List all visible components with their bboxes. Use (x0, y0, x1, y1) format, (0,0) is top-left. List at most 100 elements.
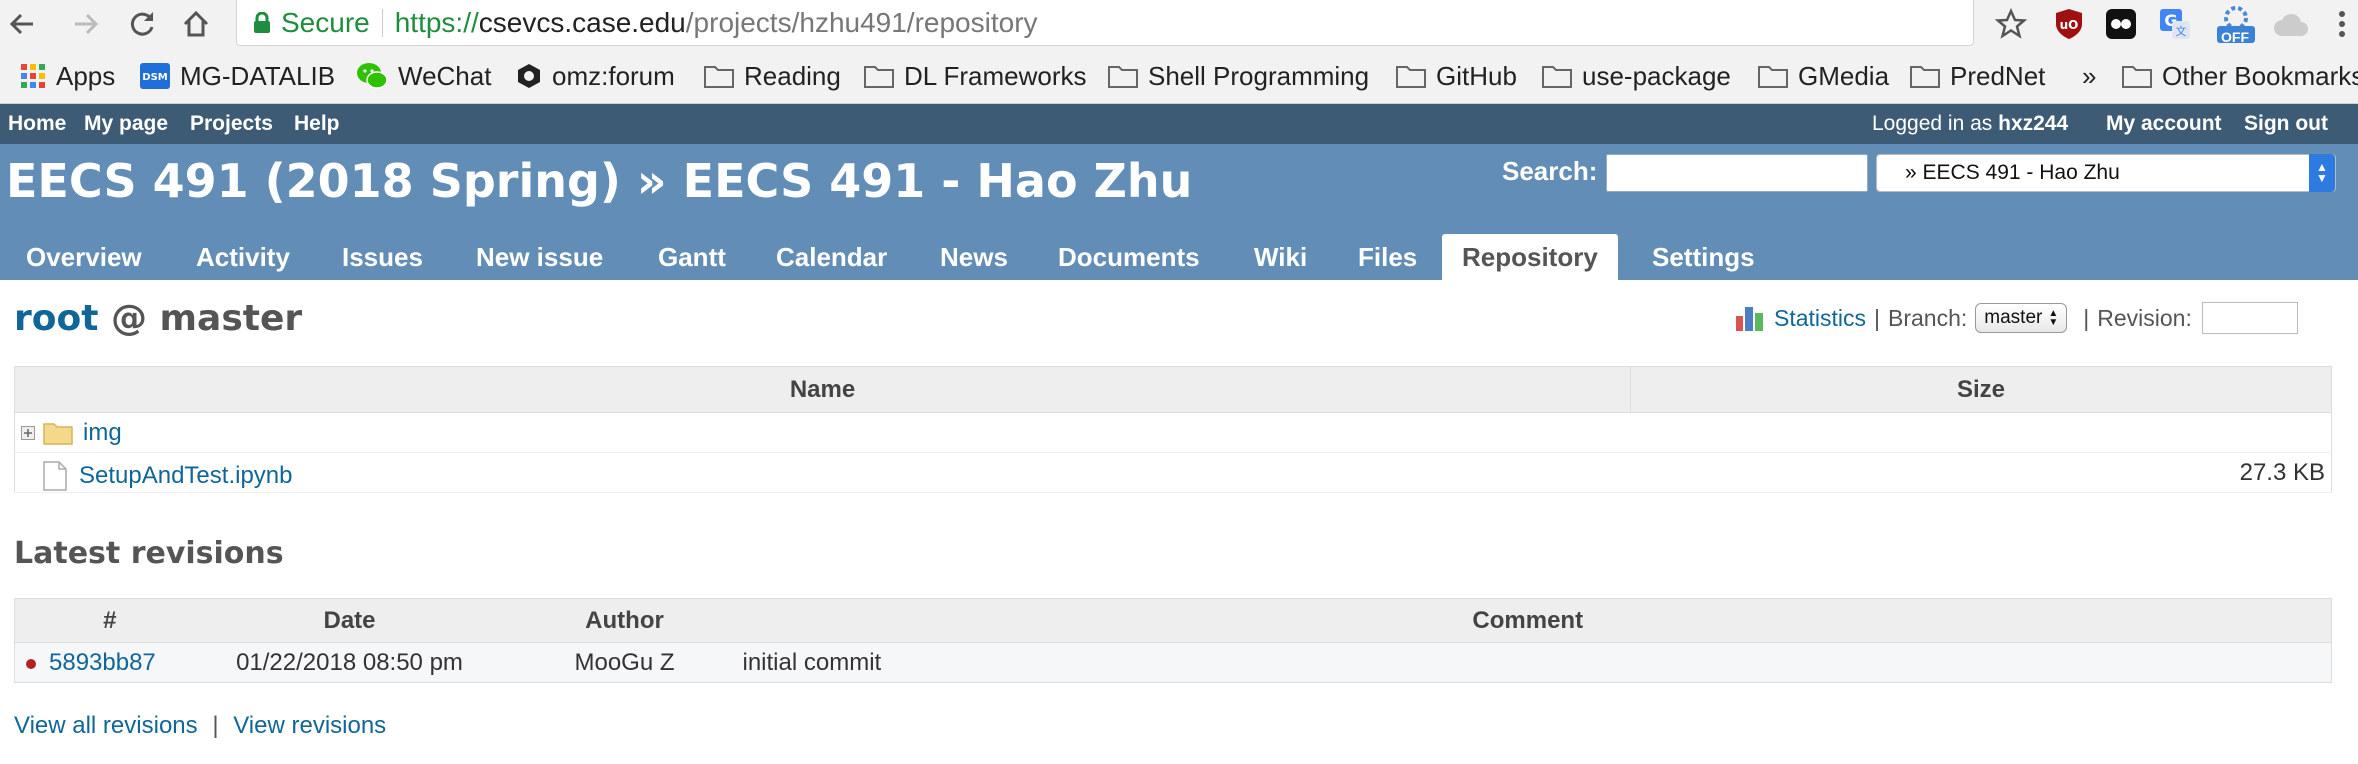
tab-new-issue[interactable]: New issue (456, 234, 623, 280)
bookmark-omz-forum[interactable]: omz:forum (516, 59, 675, 93)
sign-out-link[interactable]: Sign out (2244, 112, 2328, 136)
svg-text:DSM: DSM (142, 72, 168, 83)
offline-extension[interactable]: OFF (2214, 5, 2258, 45)
branch-select-value: master (1984, 307, 2043, 328)
tab-overview[interactable]: Overview (6, 234, 162, 280)
revisions-table: # Date Author Comment 5893bb87 01/22/201… (14, 598, 2332, 683)
reload-button[interactable] (122, 4, 162, 44)
column-header-comment: Comment (724, 598, 2332, 643)
tab-documents[interactable]: Documents (1038, 234, 1220, 280)
star-icon (1995, 8, 2027, 39)
search-label: Search: (1502, 156, 1598, 186)
bookmark-label: use-package (1582, 60, 1731, 91)
bookmark-star-button[interactable] (1992, 5, 2030, 43)
folder-icon (864, 64, 894, 88)
tab-files[interactable]: Files (1338, 234, 1437, 280)
entry-name-cell: img (14, 412, 1631, 453)
url-host: csevcs.case.edu (478, 6, 686, 38)
table-header-row: Name Size (14, 366, 2332, 413)
view-revisions-link[interactable]: View revisions (233, 712, 386, 739)
bookmark-label: Other Bookmarks (2162, 60, 2358, 91)
forward-button[interactable] (66, 4, 106, 44)
bookmark-folder-dl-frameworks[interactable]: DL Frameworks (864, 59, 1087, 93)
revision-link[interactable]: 5893bb87 (49, 649, 156, 676)
translate-extension[interactable]: G文 (2156, 5, 2194, 43)
folder-icon (1910, 64, 1940, 88)
project-title: EECS 491 (2018 Spring) » EECS 491 - Hao … (6, 154, 1193, 208)
hexagon-icon (516, 62, 542, 90)
revision-dot-icon (26, 658, 36, 669)
select-arrows-icon: ▲ ▼ (2048, 308, 2059, 328)
tab-gantt[interactable]: Gantt (638, 234, 746, 280)
my-account-link[interactable]: My account (2106, 112, 2222, 136)
bookmark-folder-github[interactable]: GitHub (1396, 59, 1517, 93)
bookmark-label: MG-DATALIB (180, 60, 336, 91)
view-all-revisions-link[interactable]: View all revisions (14, 712, 198, 739)
column-header-number: # (14, 598, 175, 643)
revision-input[interactable] (2201, 302, 2298, 334)
entry-link-setupandtest[interactable]: SetupAndTest.ipynb (79, 462, 292, 490)
ghostery-extension[interactable] (2102, 5, 2140, 43)
tab-repository[interactable]: Repository (1442, 234, 1618, 280)
root-link[interactable]: root (14, 298, 98, 339)
entry-size-cell (1630, 412, 2332, 453)
tab-settings[interactable]: Settings (1632, 234, 1775, 280)
bookmark-label: PredNet (1950, 60, 2046, 91)
column-header-size[interactable]: Size (1630, 366, 2332, 413)
address-bar[interactable]: Secure https://csevcs.case.edu/projects/… (236, 0, 1974, 46)
revision-date-cell: 01/22/2018 08:50 pm (174, 642, 525, 683)
repository-entries-table: Name Size img SetupAndTest.ipynb 27.3 KB (14, 366, 2332, 493)
kebab-menu-icon (2339, 11, 2345, 37)
bookmark-wechat[interactable]: WeChat (356, 59, 491, 93)
cloud-extension[interactable] (2272, 5, 2310, 43)
bookmark-mg-datalib[interactable]: DSM MG-DATALIB (140, 59, 335, 93)
tab-issues[interactable]: Issues (322, 234, 443, 280)
ghost-icon (2106, 9, 2136, 39)
project-jump-select[interactable]: » EECS 491 - Hao Zhu ▲ ▼ (1876, 154, 2336, 192)
url-path: /projects/hzhu491/repository (685, 6, 1038, 38)
browser-toolbar: Secure https://csevcs.case.edu/projects/… (0, 0, 2358, 48)
top-menu-help-link[interactable]: Help (294, 112, 340, 136)
tab-calendar[interactable]: Calendar (756, 234, 907, 280)
statistics-link[interactable]: Statistics (1774, 305, 1866, 332)
tab-news[interactable]: News (920, 234, 1028, 280)
top-menu-home-link[interactable]: Home (8, 112, 66, 136)
logged-in-username[interactable]: hxz244 (1998, 112, 2068, 135)
bookmark-label: Apps (56, 60, 116, 91)
bookmarks-overflow-chevron[interactable]: » (2082, 59, 2096, 93)
bookmark-folder-use-package[interactable]: use-package (1542, 59, 1731, 93)
bookmark-folder-gmedia[interactable]: GMedia (1758, 59, 1889, 93)
branch-select[interactable]: master ▲ ▼ (1975, 303, 2068, 333)
top-menu-my-page-link[interactable]: My page (84, 112, 168, 136)
top-menu-projects-link[interactable]: Projects (190, 112, 273, 136)
logged-in-prefix: Logged in as (1872, 112, 1993, 135)
repository-breadcrumb: root @ master (14, 298, 302, 339)
search-input[interactable] (1606, 154, 1868, 192)
footer-separator: | (212, 712, 219, 739)
chrome-menu-button[interactable] (2328, 5, 2356, 43)
bookmark-folder-reading[interactable]: Reading (704, 59, 841, 93)
tab-wiki[interactable]: Wiki (1234, 234, 1327, 280)
back-button[interactable] (2, 4, 42, 44)
ublock-extension[interactable]: uO (2050, 5, 2088, 43)
tab-activity[interactable]: Activity (176, 234, 310, 280)
branch-indicator: @ master (110, 298, 303, 339)
bookmark-apps[interactable]: Apps (20, 59, 115, 93)
column-header-name[interactable]: Name (14, 366, 1631, 413)
home-button[interactable] (176, 4, 216, 44)
table-row: img (14, 412, 2332, 453)
branch-label: Branch: (1888, 304, 1968, 331)
bookmark-overflow-label: » (2082, 60, 2097, 91)
bookmark-label: GMedia (1798, 60, 1890, 91)
entry-link-img[interactable]: img (83, 419, 122, 447)
bookmark-folder-shell-programming[interactable]: Shell Programming (1108, 59, 1369, 93)
table-header-row: # Date Author Comment (14, 598, 2332, 643)
lock-icon (254, 11, 270, 33)
bookmark-folder-prednet[interactable]: PredNet (1910, 59, 2045, 93)
wechat-icon (356, 61, 388, 91)
expand-plus-icon[interactable] (21, 425, 35, 440)
bookmark-label: omz:forum (552, 60, 675, 91)
bookmark-folder-other-bookmarks[interactable]: Other Bookmarks (2122, 59, 2358, 93)
project-header: EECS 491 (2018 Spring) » EECS 491 - Hao … (0, 144, 2358, 280)
logged-in-label: Logged in as hxz244 (1872, 112, 2068, 136)
